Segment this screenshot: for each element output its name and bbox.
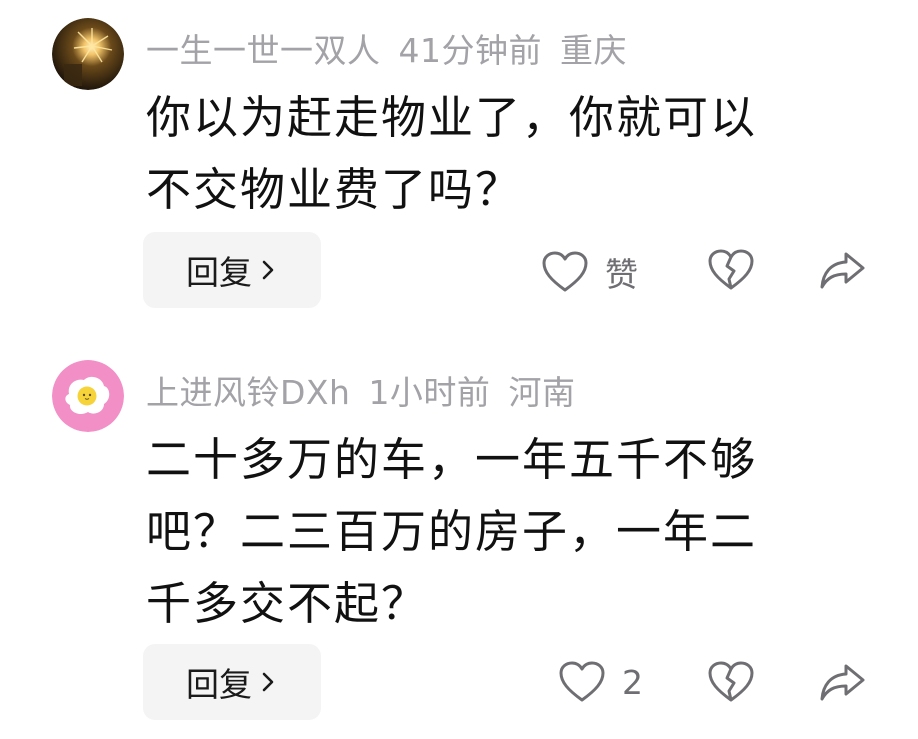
comment-location: 重庆 <box>560 31 627 70</box>
comment-text-line: 二十多万的车，一年五千不够 <box>146 433 758 486</box>
heart-outline-icon <box>559 661 605 702</box>
chevron-right-icon <box>262 672 274 692</box>
comment-time: 1小时前 <box>368 373 491 412</box>
reply-label: 回复 <box>186 253 252 292</box>
broken-heart-icon <box>708 661 754 702</box>
fried-egg-avatar-icon <box>52 360 124 432</box>
comment-item: 一生一世一双人 41分钟前 重庆 你以为赶走物业了，你就可以 不交物业费了吗？ 回复… <box>0 0 918 330</box>
reply-button[interactable]: 回复 <box>143 232 321 308</box>
comment-text-line: 吧？二三百万的房子，一年二 <box>146 505 758 558</box>
comment-meta: 上进风铃DXh 1小时前 河南 <box>146 366 575 414</box>
share-arrow-icon <box>820 664 865 701</box>
share-arrow-icon <box>820 252 865 289</box>
avatar[interactable] <box>52 18 124 90</box>
username[interactable]: 一生一世一双人 <box>146 31 381 70</box>
like-label: 赞 <box>605 255 638 294</box>
dislike-button[interactable] <box>707 660 755 704</box>
like-button[interactable]: 2 <box>558 660 643 704</box>
chevron-right-icon <box>262 260 274 280</box>
firework-avatar-icon <box>52 18 124 90</box>
comment-text-line: 千多交不起？ <box>146 577 429 630</box>
dislike-button[interactable] <box>707 248 755 292</box>
reply-button[interactable]: 回复 <box>143 644 321 720</box>
comment-text-line: 你以为赶走物业了，你就可以 <box>146 91 758 144</box>
comment-item: 上进风铃DXh 1小时前 河南 二十多万的车，一年五千不够 吧？二三百万的房子，一年… <box>0 340 918 739</box>
avatar[interactable] <box>52 360 124 432</box>
comment-location: 河南 <box>508 373 576 412</box>
broken-heart-icon <box>708 249 754 290</box>
comment-time: 41分钟前 <box>398 31 542 70</box>
comment-text: 你以为赶走物业了，你就可以 不交物业费了吗？ <box>146 82 866 226</box>
reply-label: 回复 <box>186 665 252 704</box>
like-button[interactable]: 赞 <box>541 248 638 296</box>
comment-text-line: 不交物业费了吗？ <box>146 163 523 216</box>
comment-meta: 一生一世一双人 41分钟前 重庆 <box>146 24 627 72</box>
share-button[interactable] <box>818 248 866 292</box>
like-count: 2 <box>622 662 643 702</box>
comment-text: 二十多万的车，一年五千不够 吧？二三百万的房子，一年二 千多交不起？ <box>146 424 866 640</box>
heart-outline-icon <box>542 251 588 292</box>
username[interactable]: 上进风铃DXh <box>146 373 350 412</box>
share-button[interactable] <box>818 660 866 704</box>
